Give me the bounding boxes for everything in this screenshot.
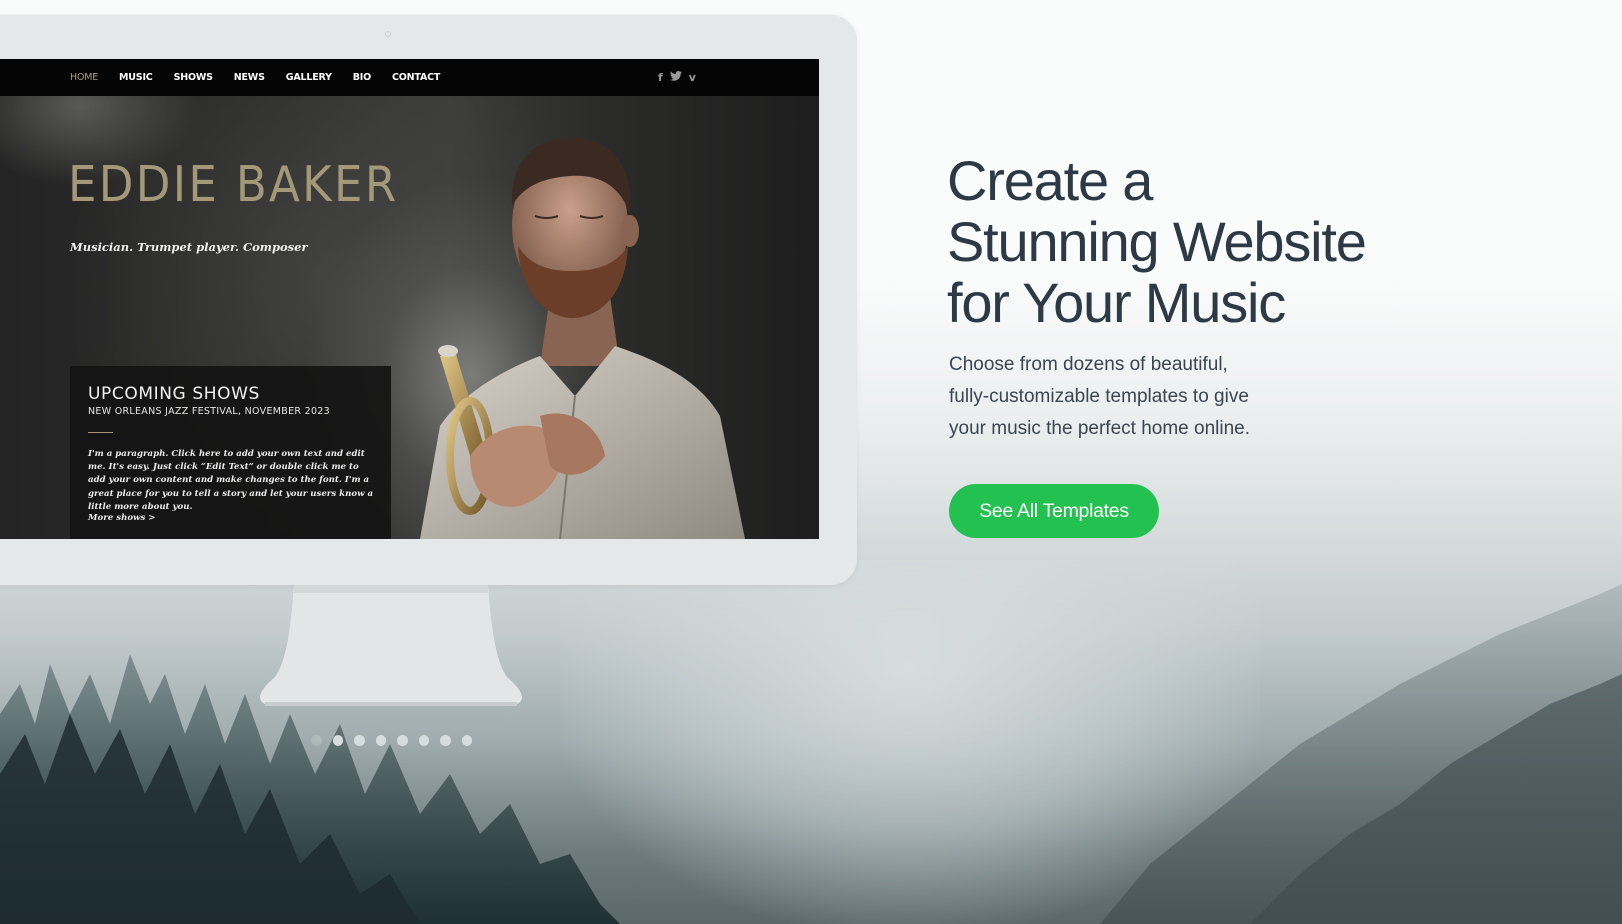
template-nav-bio[interactable]: BIO [353,72,371,83]
facebook-icon[interactable]: f [658,71,663,84]
trumpet-player-photo [400,96,800,539]
headline-line-3: for Your Music [947,271,1286,334]
carousel-dot-2[interactable] [332,735,343,746]
vimeo-icon[interactable]: v [689,71,696,84]
carousel-dot-8[interactable] [461,735,472,746]
artist-name: EDDIE BAKER [68,156,399,213]
monitor-stand [259,585,523,706]
shows-paragraph: I'm a paragraph. Click here to add your … [88,449,374,512]
carousel-dot-6[interactable] [418,735,429,746]
description-line-3: your music the perfect home online. [949,418,1250,439]
more-shows-link[interactable]: More shows > [88,513,155,523]
carousel-dot-4[interactable] [375,735,386,746]
template-preview-screen[interactable]: HOME MUSIC SHOWS NEWS GALLERY BIO CONTAC… [0,59,819,539]
carousel-dots [311,735,472,746]
description-line-2: fully-customizable templates to give [949,386,1249,407]
artist-tagline: Musician. Trumpet player. Composer [70,240,308,254]
upcoming-shows-box: UPCOMING SHOWS NEW ORLEANS JAZZ FESTIVAL… [70,366,391,539]
see-all-templates-button[interactable]: See All Templates [949,484,1159,538]
hero-description: Choose from dozens of beautiful, fully-c… [949,349,1279,445]
template-nav-contact[interactable]: CONTACT [392,72,440,83]
page-headline: Create a Stunning Website for Your Music [947,149,1367,334]
template-navbar: HOME MUSIC SHOWS NEWS GALLERY BIO CONTAC… [0,59,819,96]
headline-line-2: Stunning Website [947,210,1367,273]
headline-line-1: Create a [947,149,1153,212]
social-links: f v [658,59,696,96]
template-nav-home[interactable]: HOME [70,72,98,83]
twitter-icon[interactable] [669,71,682,84]
shows-divider [88,432,113,433]
template-nav-items: HOME MUSIC SHOWS NEWS GALLERY BIO CONTAC… [70,59,461,96]
shows-title: UPCOMING SHOWS [88,384,260,404]
carousel-dot-3[interactable] [354,735,365,746]
template-nav-shows[interactable]: SHOWS [174,72,213,83]
fog-overlay [560,560,1260,924]
template-nav-news[interactable]: NEWS [234,72,265,83]
carousel-dot-7[interactable] [440,735,451,746]
description-line-1: Choose from dozens of beautiful, [949,354,1228,375]
camera-dot [385,31,391,37]
carousel-dot-5[interactable] [397,735,408,746]
template-nav-gallery[interactable]: GALLERY [286,72,332,83]
template-nav-music[interactable]: MUSIC [119,72,153,83]
shows-subtitle: NEW ORLEANS JAZZ FESTIVAL, NOVEMBER 2023 [88,406,330,417]
carousel-dot-1[interactable] [311,735,322,746]
